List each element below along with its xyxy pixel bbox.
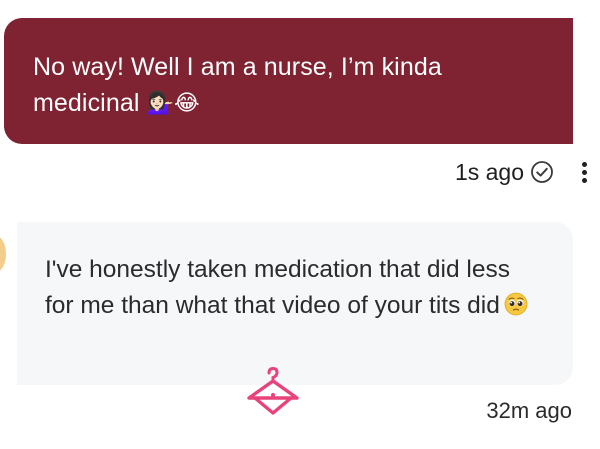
received-message-text: I've honestly taken medication that did … bbox=[45, 256, 510, 319]
check-circle-icon bbox=[531, 161, 553, 183]
hanger-icon[interactable] bbox=[245, 367, 301, 419]
avatar[interactable] bbox=[0, 236, 6, 272]
received-timestamp: 32m ago bbox=[486, 398, 572, 423]
sent-message-meta: 1s ago bbox=[455, 155, 554, 189]
more-vertical-icon[interactable] bbox=[578, 158, 590, 188]
received-message-bubble[interactable]: I've honestly taken medication that did … bbox=[17, 222, 573, 385]
sent-message-text: No way! Well I am a nurse, I’m kinda med… bbox=[33, 53, 442, 117]
sent-message-emoji: 💁🏻‍♀️😂 bbox=[146, 90, 200, 115]
sent-message-bubble[interactable]: No way! Well I am a nurse, I’m kinda med… bbox=[4, 18, 573, 144]
pleading-face-icon bbox=[504, 292, 528, 316]
chat-thread: No way! Well I am a nurse, I’m kinda med… bbox=[0, 0, 600, 449]
sent-timestamp: 1s ago bbox=[454, 158, 524, 185]
